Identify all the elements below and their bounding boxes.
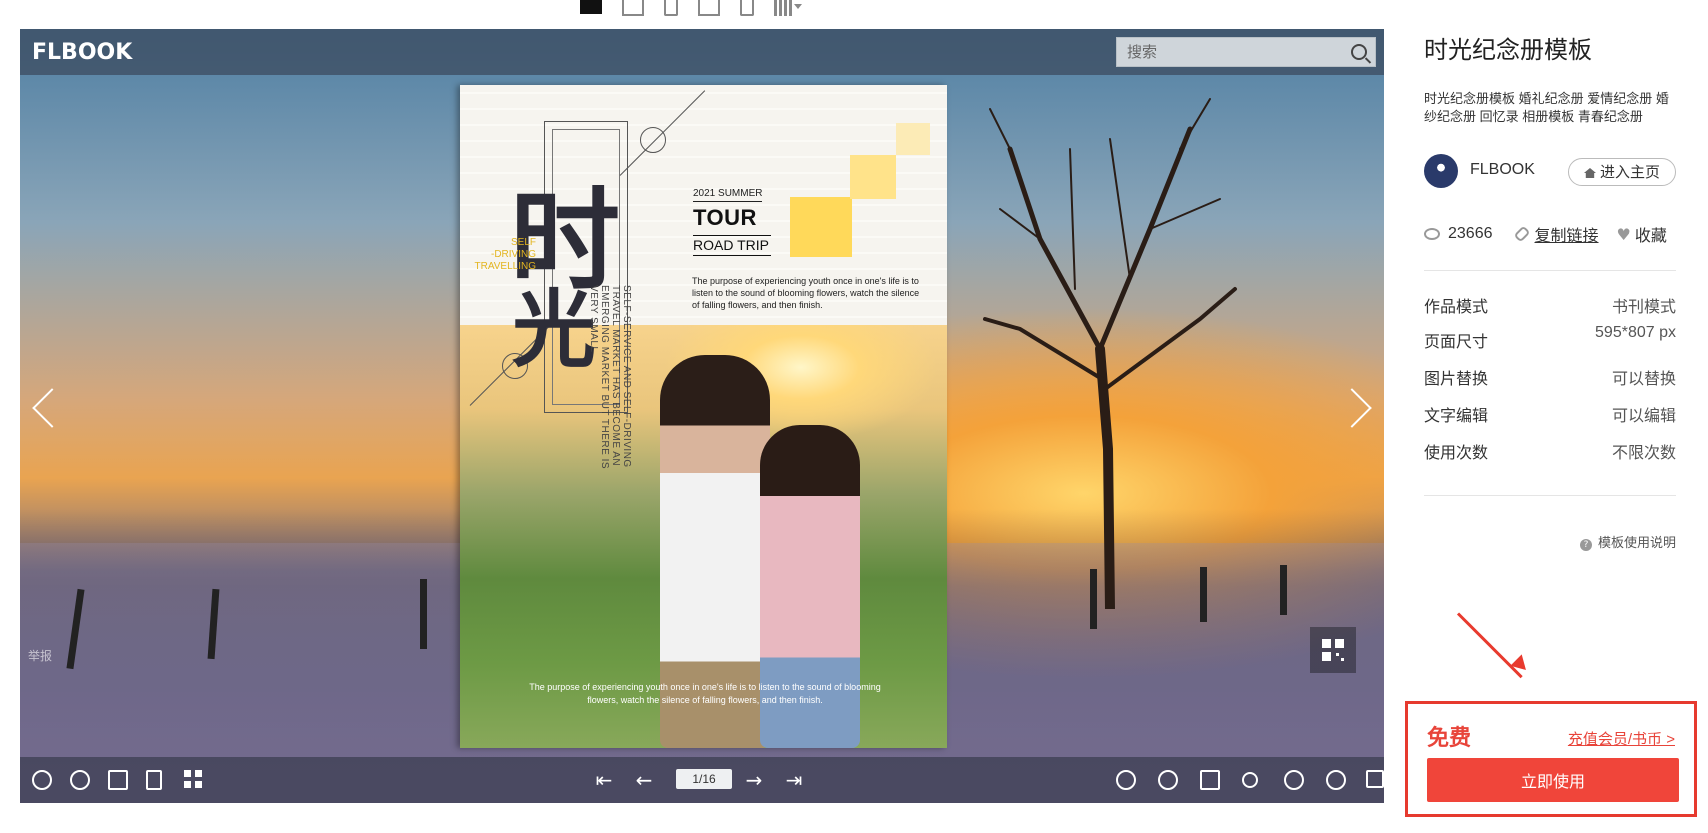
vertical-slogan: SELF-SERVICE AND SELF-DRIVING TRAVEL MAR… xyxy=(588,285,632,470)
tour-heading: TOUR xyxy=(693,205,757,230)
fence-post xyxy=(1200,567,1207,622)
book-mode-icon[interactable] xyxy=(1200,770,1220,790)
info-key: 页面尺寸 xyxy=(1424,334,1489,351)
laptop-view-icon[interactable] xyxy=(698,0,720,16)
next-page-icon[interactable]: → xyxy=(744,770,764,790)
device-switcher xyxy=(580,0,802,18)
qrcode-icon xyxy=(1322,639,1344,661)
view-count: 23666 xyxy=(1448,225,1493,242)
search-icon[interactable] xyxy=(1351,44,1367,60)
info-key: 图片替换 xyxy=(1424,371,1489,388)
prev-page-icon[interactable]: ← xyxy=(634,770,654,790)
fullscreen-icon[interactable] xyxy=(1366,770,1384,788)
road-trip-heading: ROAD TRIP xyxy=(693,235,771,256)
qrcode-icon[interactable] xyxy=(774,0,792,16)
viewer-toolbar: ⇤ ← 1/16 → ⇥ xyxy=(20,757,1384,803)
deco-square xyxy=(790,197,852,257)
page-title-char-2: 光 xyxy=(512,280,597,379)
book-page[interactable]: 时 光 SELF -DRIVING TRAVELLING SELF-SERVIC… xyxy=(460,85,947,748)
copy-link-button[interactable]: 复制链接 xyxy=(1535,222,1599,246)
purchase-box: 免费 充值会员/书币 > 立即使用 xyxy=(1405,701,1697,817)
report-link[interactable]: 举报 xyxy=(28,647,52,664)
info-key: 作品模式 xyxy=(1424,299,1489,316)
recharge-member-link[interactable]: 充值会员/书币 > xyxy=(1568,728,1675,749)
help-label: 模板使用说明 xyxy=(1597,535,1676,550)
flbook-logo: FLBOOK xyxy=(32,40,133,65)
template-help-link[interactable]: ? 模板使用说明 xyxy=(1579,532,1676,551)
heart-icon: ♥ xyxy=(1616,224,1631,244)
eye-icon xyxy=(1424,228,1440,240)
prev-page-arrow[interactable] xyxy=(32,388,72,428)
deco-square xyxy=(896,123,930,155)
tablet-landscape-icon[interactable] xyxy=(622,0,644,16)
flipbook-viewer: FLBOOK 时 光 SELF -DRIVING TRAVELLING SELF… xyxy=(20,29,1384,803)
text-page-icon[interactable] xyxy=(146,770,162,790)
summer-label: 2021 SUMMER xyxy=(693,188,763,202)
mobile-view-icon[interactable] xyxy=(740,0,754,16)
question-icon: ? xyxy=(1579,539,1592,551)
autoplay-icon[interactable] xyxy=(1158,770,1178,790)
search-box xyxy=(1116,37,1376,67)
purpose-paragraph-bottom: The purpose of experiencing youth once i… xyxy=(529,682,881,705)
last-page-icon[interactable]: ⇥ xyxy=(784,770,804,790)
info-value: 595*807 px xyxy=(1595,324,1676,341)
tablet-portrait-icon[interactable] xyxy=(664,0,678,16)
template-title: 时光纪念册模板 xyxy=(1424,37,1592,64)
enter-homepage-label: 进入主页 xyxy=(1599,164,1660,181)
divider xyxy=(1424,495,1676,496)
search-icon[interactable] xyxy=(32,770,52,790)
deco-line xyxy=(619,90,706,176)
viewer-topbar: FLBOOK xyxy=(20,29,1384,75)
divider xyxy=(1424,270,1676,271)
author-avatar[interactable] xyxy=(1424,154,1458,188)
purpose-paragraph-top: The purpose of experiencing youth once i… xyxy=(692,276,920,310)
template-tags: 时光纪念册模板 婚礼纪念册 爱情纪念册 婚纱纪念册 回忆录 相册模板 青春纪念册 xyxy=(1424,91,1669,124)
enter-homepage-button[interactable]: 进入主页 xyxy=(1568,158,1676,186)
fence-post xyxy=(420,579,427,649)
comment-icon[interactable] xyxy=(108,770,128,790)
info-value: 可以编辑 xyxy=(1611,408,1676,425)
link-icon xyxy=(1513,225,1530,243)
help-icon[interactable] xyxy=(1284,770,1304,790)
page-indicator[interactable]: 1/16 xyxy=(676,769,732,789)
desktop-view-icon[interactable] xyxy=(580,0,602,14)
self-driving-text: SELF -DRIVING TRAVELLING xyxy=(474,237,537,272)
fence-post xyxy=(1280,565,1287,615)
next-page-arrow[interactable] xyxy=(1332,388,1372,428)
zoom-in-icon[interactable] xyxy=(1116,770,1136,790)
info-key: 使用次数 xyxy=(1424,445,1489,462)
deco-square xyxy=(850,155,896,199)
first-page-icon[interactable]: ⇤ xyxy=(594,770,614,790)
tree-silhouette xyxy=(983,98,1237,609)
info-icon[interactable] xyxy=(1326,770,1346,790)
fence-post xyxy=(1090,569,1097,629)
info-value: 不限次数 xyxy=(1611,445,1676,462)
info-key: 文字编辑 xyxy=(1424,408,1489,425)
chevron-down-icon[interactable] xyxy=(794,4,802,9)
use-now-button[interactable]: 立即使用 xyxy=(1427,758,1679,802)
home-icon xyxy=(1583,168,1596,178)
language-globe-icon[interactable] xyxy=(70,770,90,790)
info-value: 可以替换 xyxy=(1611,371,1676,388)
qrcode-button[interactable] xyxy=(1310,627,1356,673)
share-icon[interactable] xyxy=(1242,772,1258,788)
template-stats: 23666 复制链接 ♥ 收藏 xyxy=(1424,222,1667,246)
price-label: 免费 xyxy=(1427,725,1472,750)
thumbnails-grid-icon[interactable] xyxy=(184,770,204,790)
author-name[interactable]: FLBOOK xyxy=(1470,161,1535,179)
info-value: 书刊模式 xyxy=(1611,299,1676,316)
favorite-button[interactable]: 收藏 xyxy=(1635,222,1667,246)
search-input[interactable] xyxy=(1117,38,1357,66)
